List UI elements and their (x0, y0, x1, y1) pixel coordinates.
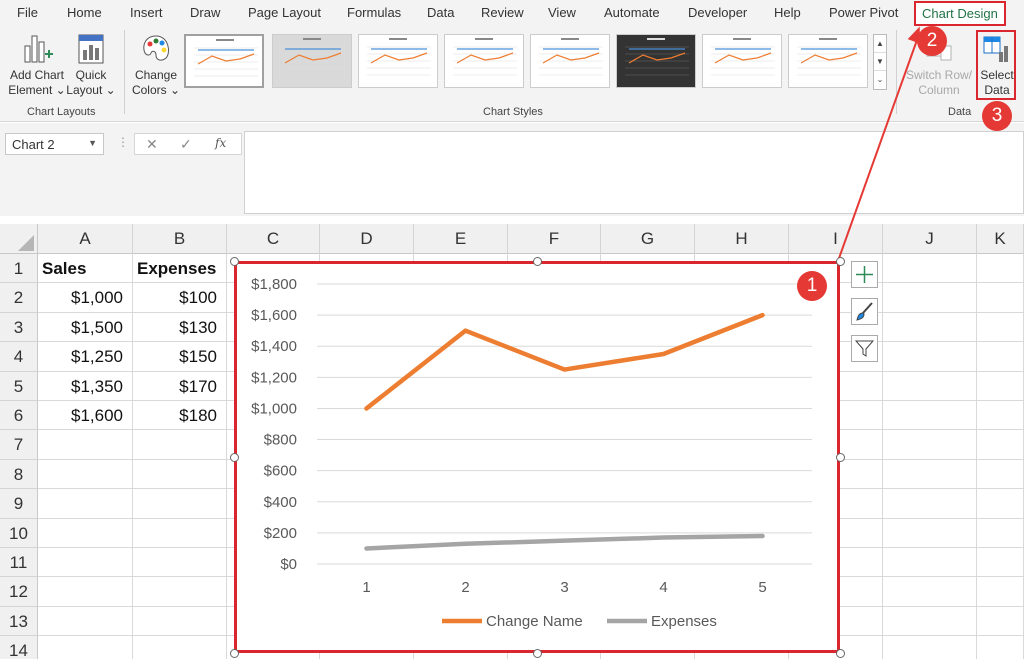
resize-handle[interactable] (532, 648, 542, 658)
resize-handle[interactable] (229, 648, 239, 658)
resize-handle[interactable] (835, 648, 845, 658)
resize-handle[interactable] (229, 452, 239, 462)
annotation-badge-3: 3 (982, 101, 1012, 131)
resize-handle[interactable] (835, 256, 845, 266)
annotation-badge-2: 2 (917, 26, 947, 56)
resize-handle[interactable] (532, 256, 542, 266)
annotation-badge-1: 1 (797, 271, 827, 301)
excel-window: File Home Insert Draw Page Layout Formul… (0, 0, 1024, 659)
resize-handle[interactable] (229, 256, 239, 266)
annotation-arrow (837, 26, 920, 262)
resize-handle[interactable] (835, 452, 845, 462)
